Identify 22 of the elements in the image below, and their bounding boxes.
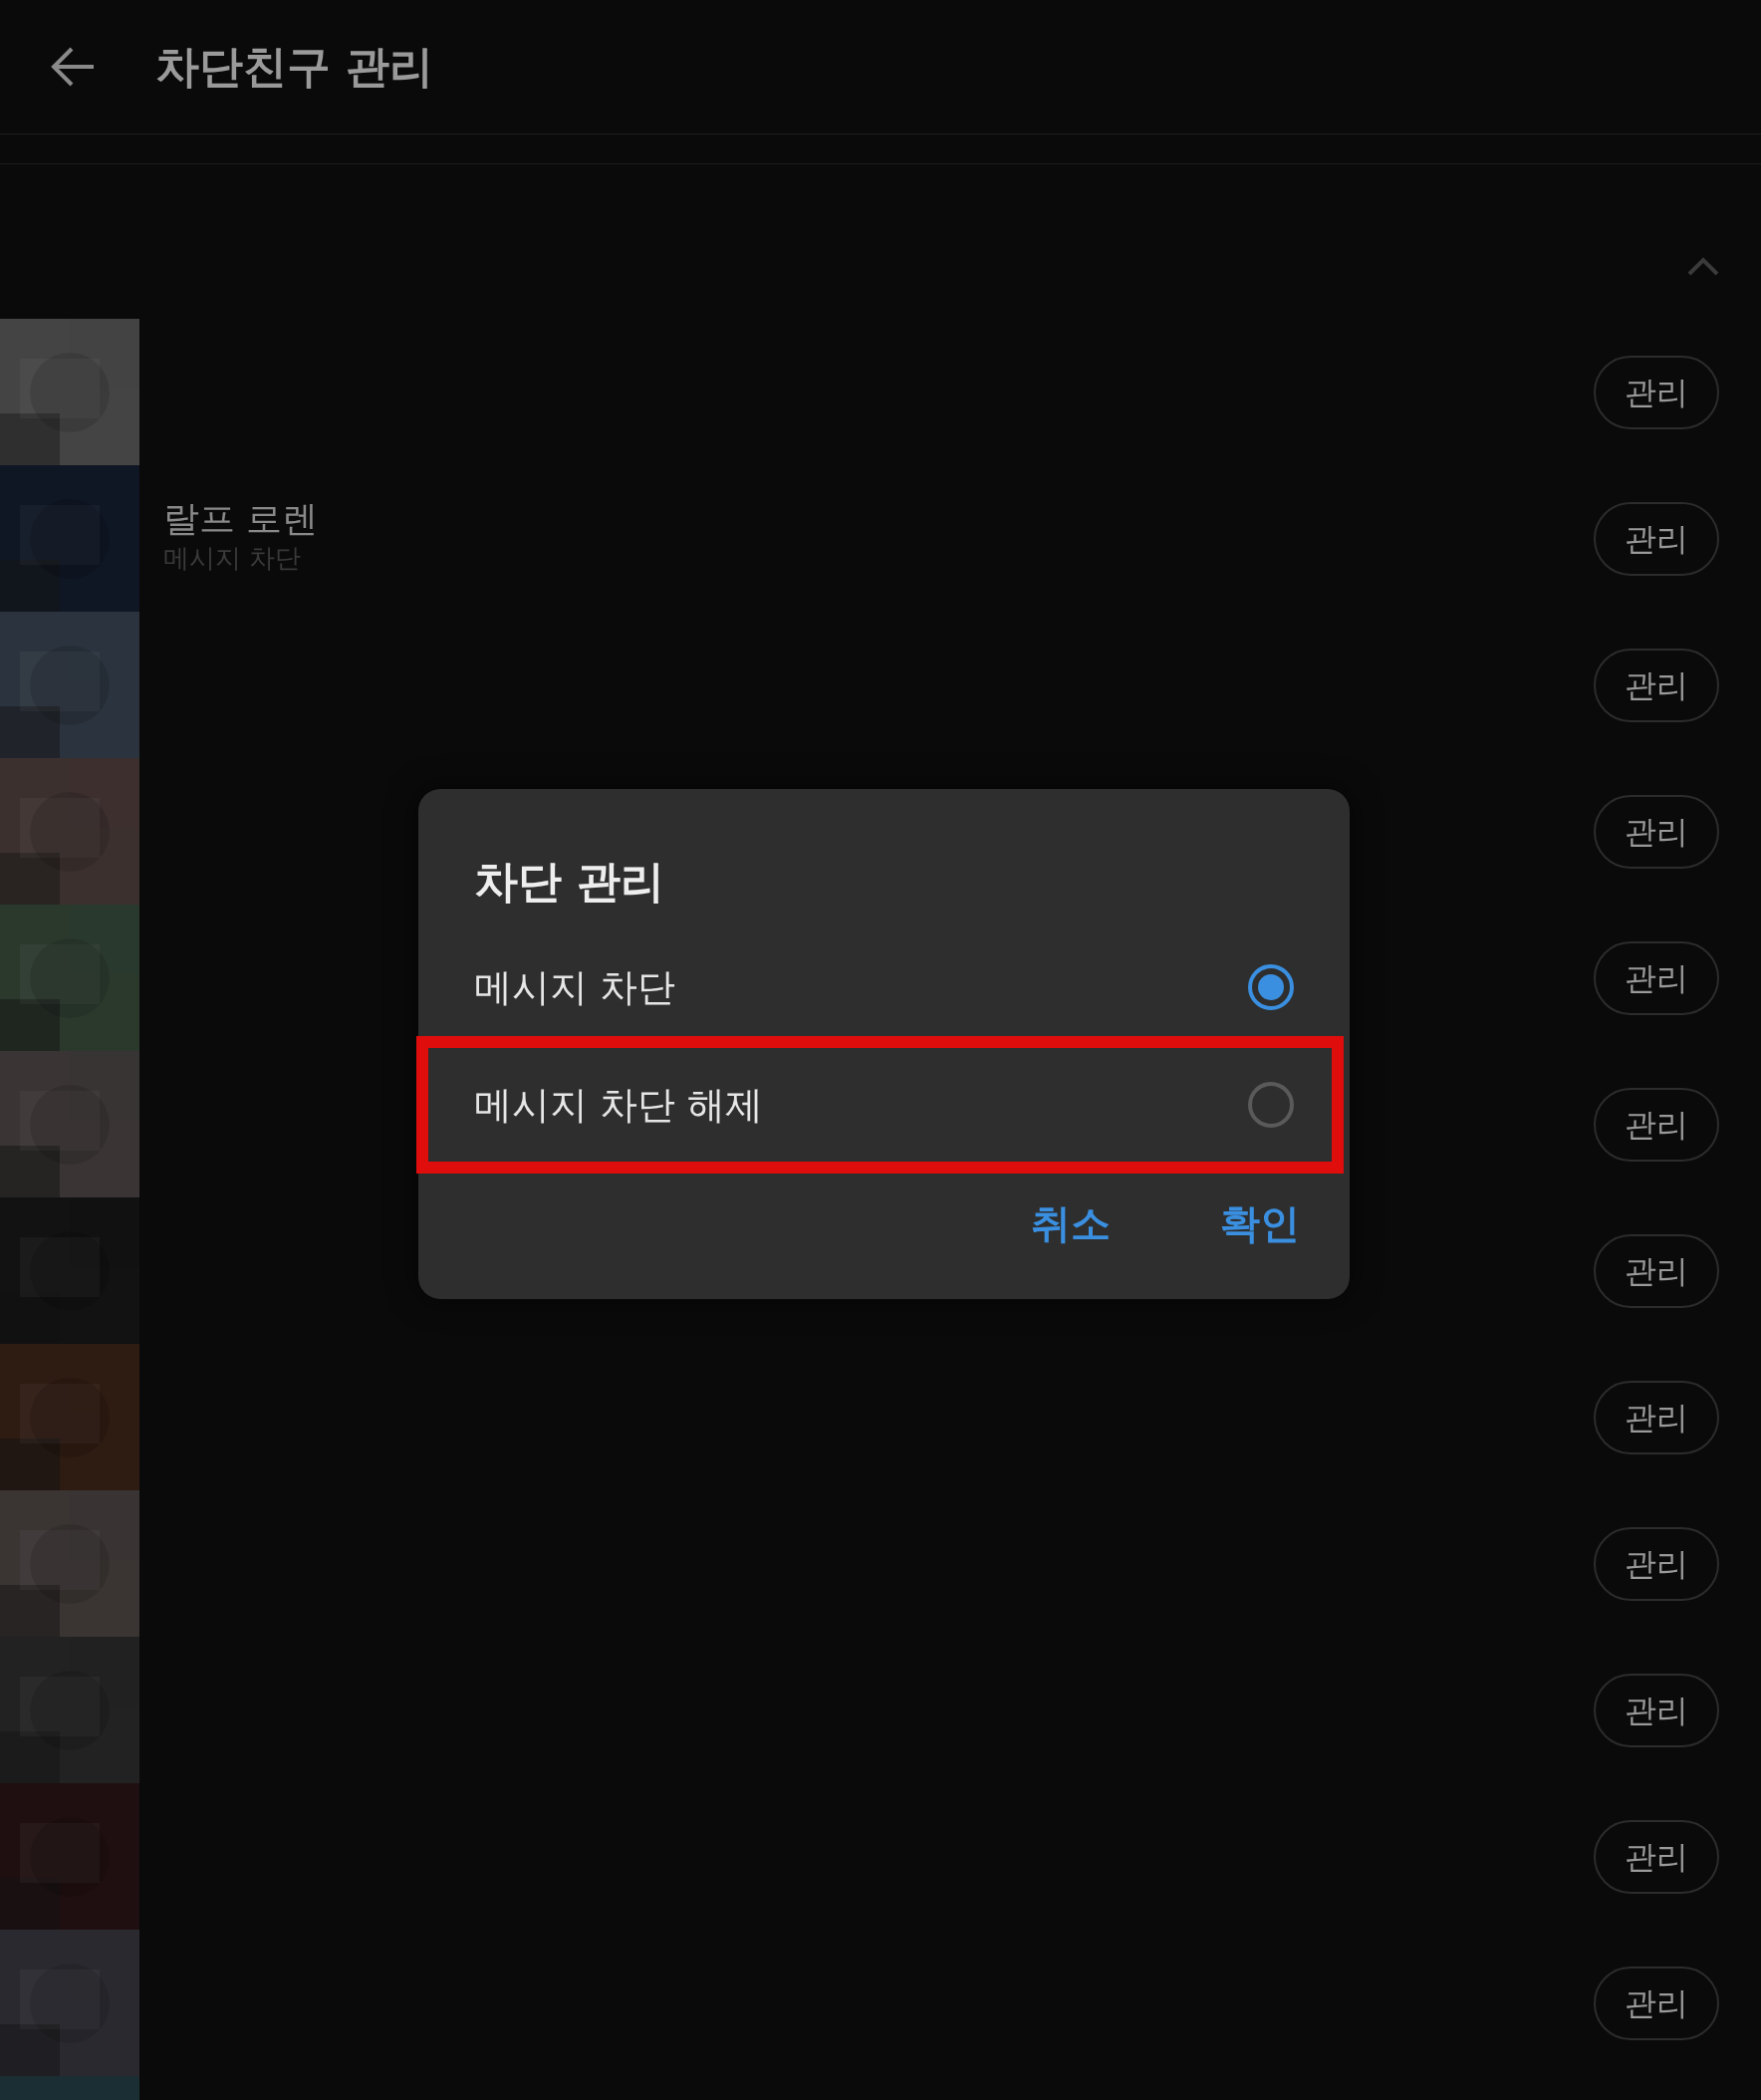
option-label[interactable]: 메시지 차단 해제 (474, 1076, 764, 1134)
manage-button[interactable]: 관리 (1594, 1526, 1719, 1601)
manage-button[interactable]: 관리 (1594, 648, 1719, 722)
radio-button[interactable] (1248, 1082, 1294, 1128)
manage-button[interactable]: 관리 (1594, 1673, 1719, 1747)
back-icon[interactable] (50, 47, 96, 87)
option-label[interactable]: 메시지 차단 (474, 958, 676, 1016)
manage-button[interactable]: 관리 (1594, 1087, 1719, 1162)
manage-button[interactable]: 관리 (1594, 1966, 1719, 2040)
screen-title: 차단친구 관리 (155, 40, 434, 94)
confirm-button[interactable]: 확인 (1220, 1193, 1300, 1253)
friend-name: 랄프 로렌 (163, 499, 320, 539)
manage-button[interactable]: 관리 (1594, 940, 1719, 1015)
manage-button[interactable]: 관리 (1594, 501, 1719, 576)
cancel-button[interactable]: 취소 (1031, 1193, 1111, 1253)
manage-button[interactable]: 관리 (1594, 355, 1719, 429)
radio-button[interactable] (1248, 964, 1294, 1010)
manage-button[interactable]: 관리 (1594, 1233, 1719, 1308)
dialog-title: 차단 관리 (473, 855, 666, 909)
manage-button[interactable]: 관리 (1594, 1380, 1719, 1454)
manage-button[interactable]: 관리 (1594, 794, 1719, 869)
manage-button[interactable]: 관리 (1594, 1819, 1719, 1894)
